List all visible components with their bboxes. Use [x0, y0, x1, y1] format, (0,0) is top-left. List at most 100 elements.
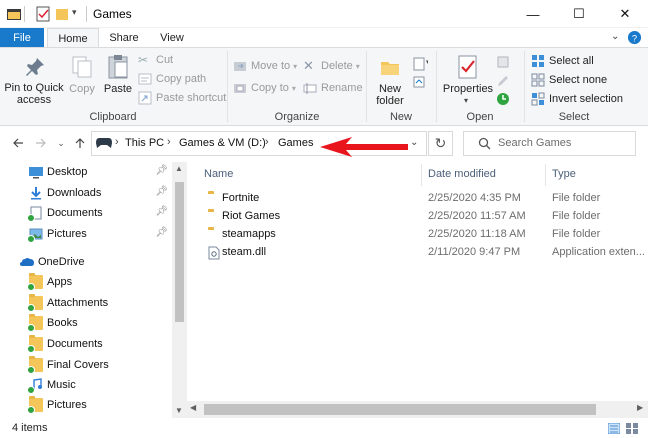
nav-item-label: Documents — [47, 207, 103, 219]
nav-item-onedrive-documents[interactable]: Documents — [0, 334, 172, 354]
nav-item-pictures[interactable]: Pictures 📌︎ — [0, 224, 172, 244]
scroll-down-icon[interactable]: ▼ — [175, 406, 183, 415]
nav-item-attachments[interactable]: Attachments — [0, 293, 172, 313]
nav-item-final-covers[interactable]: Final Covers — [0, 355, 172, 375]
dropdown-arrow-icon: ▾ — [355, 61, 360, 71]
item-count: 4 items — [12, 422, 48, 434]
scroll-up-icon[interactable]: ▲ — [175, 164, 183, 173]
folder-icon — [27, 294, 43, 312]
divider — [24, 6, 25, 22]
file-date: 2/25/2020 4:35 PM — [428, 192, 521, 204]
breadcrumb-this-pc[interactable]: This PC — [125, 137, 164, 149]
recent-locations-button[interactable]: ⌄ — [52, 133, 70, 153]
select-all-icon — [532, 55, 544, 67]
file-name: steam.dll — [222, 246, 267, 258]
details-view-icon[interactable] — [608, 423, 620, 434]
maximize-button[interactable]: ☐ — [556, 0, 602, 28]
file-row[interactable]: Fortnite 2/25/2020 4:35 PM File folder — [200, 190, 648, 208]
nav-item-music[interactable]: Music — [0, 375, 172, 395]
nav-item-desktop[interactable]: Desktop 📌︎ — [0, 162, 172, 182]
customize-quick-access-icon[interactable]: ▾ — [72, 7, 77, 18]
paste-shortcut-button: Paste shortcut — [138, 90, 226, 106]
breadcrumb-chevron-icon[interactable]: › — [167, 136, 171, 148]
dropdown-arrow-icon: ▾ — [291, 83, 296, 93]
large-icons-view-icon[interactable] — [626, 423, 638, 434]
column-separator[interactable] — [545, 164, 546, 186]
pin-icon: 📌︎ — [155, 227, 168, 238]
folder-icon — [27, 335, 43, 353]
breadcrumb-chevron-icon[interactable]: › — [265, 136, 269, 148]
desktop-icon — [29, 167, 43, 179]
up-button[interactable] — [71, 133, 89, 153]
back-button[interactable] — [9, 133, 27, 153]
address-history-dropdown-icon[interactable]: ⌄ — [410, 137, 418, 148]
column-header-name[interactable]: Name — [204, 162, 233, 186]
nav-item-books[interactable]: Books — [0, 313, 172, 333]
tab-view[interactable]: View — [149, 28, 195, 48]
nav-item-onedrive[interactable]: OneDrive — [0, 252, 172, 272]
easy-access-icon[interactable] — [412, 74, 428, 90]
nav-item-onedrive-pictures[interactable]: Pictures — [0, 396, 172, 414]
tab-file[interactable]: File — [0, 28, 44, 48]
move-to-label: Move to — [251, 60, 291, 72]
file-row[interactable]: steamapps 2/25/2020 11:18 AM File folder — [200, 226, 648, 244]
file-row[interactable]: Riot Games 2/25/2020 11:57 AM File folde… — [200, 208, 648, 226]
file-type: File folder — [552, 192, 601, 204]
file-name: Fortnite — [222, 192, 260, 204]
nav-item-documents[interactable]: Documents 📌︎ — [0, 203, 172, 223]
new-folder-button[interactable]: New folder — [371, 52, 409, 108]
scroll-right-icon[interactable]: ▶ — [637, 403, 643, 412]
file-name: steamapps — [222, 228, 276, 240]
window-title: Games — [93, 7, 132, 21]
properties-quick-icon[interactable] — [35, 6, 51, 22]
nav-item-label: Pictures — [47, 228, 87, 240]
nav-item-label: Attachments — [47, 297, 109, 309]
select-none-button[interactable]: Select none — [531, 72, 646, 88]
column-separator[interactable] — [421, 164, 422, 186]
delete-button: ✕ Delete ▾ — [303, 58, 360, 74]
clipboard-group-label: Clipboard — [89, 111, 137, 123]
rename-icon — [303, 83, 317, 94]
forward-button[interactable] — [32, 133, 50, 153]
select-all-button[interactable]: Select all — [531, 53, 646, 69]
rename-label: Rename — [321, 82, 363, 94]
help-icon[interactable]: ? — [627, 30, 642, 45]
explorer-icon[interactable] — [6, 6, 22, 22]
horizontal-scroll-thumb[interactable] — [204, 404, 596, 415]
invert-selection-button[interactable]: Invert selection — [531, 91, 646, 107]
new-folder-quick-icon[interactable] — [54, 6, 70, 22]
properties-button[interactable]: Properties ▾ — [442, 52, 494, 108]
nav-item-label: Desktop — [47, 166, 88, 178]
paste-button[interactable]: Paste — [102, 52, 134, 108]
close-button[interactable]: ✕ — [602, 0, 648, 28]
refresh-button[interactable]: ↻ — [428, 131, 453, 156]
nav-item-apps[interactable]: Apps — [0, 272, 172, 292]
select-all-label: Select all — [549, 55, 594, 67]
select-group-label: Select — [558, 111, 590, 123]
nav-item-downloads[interactable]: Downloads 📌︎ — [0, 183, 172, 203]
pin-label: Pin to Quick access — [4, 82, 64, 106]
nav-pane-scroll-thumb[interactable] — [175, 182, 184, 322]
search-icon — [478, 137, 491, 150]
breadcrumb-chevron-icon[interactable]: › — [115, 136, 119, 148]
paste-shortcut-label: Paste shortcut — [156, 92, 227, 104]
file-row[interactable]: steam.dll 2/11/2020 9:47 PM Application … — [200, 244, 648, 262]
folder-icon — [27, 273, 43, 291]
up-arrow-icon — [75, 138, 85, 148]
tab-share[interactable]: Share — [101, 28, 147, 48]
search-placeholder[interactable]: Search Games — [498, 137, 571, 149]
open-icon — [497, 56, 509, 68]
ribbon-collapse-icon[interactable]: ⌄ — [611, 31, 619, 42]
scroll-left-icon[interactable]: ◀ — [190, 403, 196, 412]
column-header-date[interactable]: Date modified — [428, 162, 496, 186]
breadcrumb-drive[interactable]: Games & VM (D:) — [179, 137, 266, 149]
move-to-icon — [234, 62, 246, 71]
breadcrumb-games[interactable]: Games — [278, 137, 313, 149]
pin-to-quick-access-button[interactable]: Pin to Quick access — [4, 52, 64, 108]
history-icon[interactable] — [496, 92, 510, 106]
new-item-icon[interactable]: ▾ — [412, 56, 428, 72]
minimize-button[interactable]: — — [510, 0, 556, 28]
column-header-type[interactable]: Type — [552, 162, 576, 186]
new-folder-icon — [381, 62, 399, 75]
tab-home[interactable]: Home — [47, 28, 99, 48]
